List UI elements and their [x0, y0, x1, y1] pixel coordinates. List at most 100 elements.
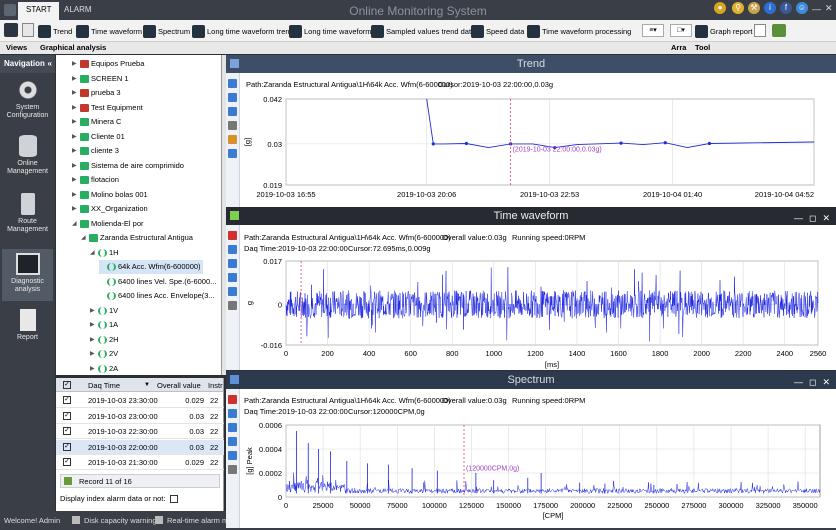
chart-view-icon[interactable] [772, 24, 786, 37]
collapsed-arrow-icon[interactable]: ▶ [90, 318, 96, 332]
disk-capacity-warning[interactable]: Disk capacity warning [84, 516, 157, 525]
harmonic-cursor-icon[interactable] [228, 231, 237, 240]
collapsed-arrow-icon[interactable]: ▶ [72, 144, 78, 158]
column-header-instr[interactable]: Instr [208, 381, 223, 390]
tree-node[interactable]: ▶ SCREEN 1 [72, 72, 129, 86]
tools-icon[interactable]: ⚒ [748, 2, 760, 14]
time-waveform-chart[interactable]: 0 200 400 600 800 1000 1200 1400 1600 1800 2000 220… [240, 254, 836, 370]
maximize-icon[interactable]: ◻ [809, 209, 816, 227]
close-icon[interactable]: ✕ [825, 3, 833, 14]
pointer-icon[interactable] [228, 149, 237, 158]
sampled-data-button[interactable]: Sampled values trend data [371, 23, 475, 39]
expanded-arrow-icon[interactable]: ◢ [90, 246, 96, 260]
tree-node[interactable]: ▶ 2A [90, 362, 118, 376]
collapsed-arrow-icon[interactable]: ▶ [72, 57, 78, 71]
hand-icon[interactable] [228, 135, 237, 144]
column-header-overall-value[interactable]: Overall value [157, 381, 201, 390]
zoom-y-icon[interactable] [228, 107, 237, 116]
collapsed-arrow-icon[interactable]: ▶ [72, 130, 78, 144]
column-header-daq-time[interactable]: Daq Time [88, 381, 120, 390]
tree-node[interactable]: ▶ flotacion [72, 173, 119, 187]
nav-item-report[interactable]: Report [2, 309, 53, 349]
time-waveform-button[interactable]: Time waveform [76, 23, 142, 39]
expanded-arrow-icon[interactable]: ◢ [72, 217, 78, 231]
fit-icon[interactable] [228, 451, 237, 460]
table-row[interactable]: ✓ 2019-10-03 22:00:00 0.03 22 [56, 439, 224, 455]
row-checkbox[interactable]: ✓ [63, 442, 71, 451]
row-checkbox[interactable]: ✓ [63, 411, 71, 420]
tree-node[interactable]: 64k Acc. Wfm(6-600000) [99, 260, 203, 274]
tree-node[interactable]: ▶ 2V [90, 347, 118, 361]
graph-report-button[interactable]: Graph report [695, 23, 753, 39]
zoom-icon[interactable] [228, 121, 237, 130]
settings-dropdown-icon[interactable]: ≡▾ [642, 24, 664, 37]
collapsed-arrow-icon[interactable]: ▶ [72, 202, 78, 216]
move-icon[interactable] [228, 79, 237, 88]
close-icon[interactable]: ✕ [822, 209, 830, 227]
collapsed-arrow-icon[interactable]: ▶ [90, 362, 96, 376]
sort-icon[interactable]: ▼ [144, 382, 150, 388]
save-layout-icon[interactable] [4, 23, 18, 37]
zoom-icon[interactable] [228, 301, 237, 310]
row-checkbox[interactable]: ✓ [63, 427, 71, 435]
info-icon[interactable]: i [764, 2, 776, 14]
collapse-icon[interactable]: « [48, 55, 52, 73]
collapsed-arrow-icon[interactable]: ▶ [72, 159, 78, 173]
user-icon[interactable]: ☺ [796, 2, 808, 14]
long-waveform-button[interactable]: Long time waveform [289, 23, 372, 39]
minimize-icon[interactable]: — [812, 4, 821, 14]
select-all-checkbox[interactable]: ✓ [63, 381, 71, 389]
table-row[interactable]: ✓ 2019-10-03 23:30:00 0.029 22 [56, 393, 224, 408]
zoom-x-icon[interactable] [228, 423, 237, 432]
collapsed-arrow-icon[interactable]: ▶ [72, 188, 78, 202]
tree-node[interactable]: ◢ Molienda-El por [72, 217, 144, 231]
open-icon[interactable] [22, 23, 34, 37]
collapsed-arrow-icon[interactable]: ▶ [72, 72, 78, 86]
processing-button[interactable]: Time waveform processing [527, 23, 631, 39]
minimize-icon[interactable]: — [794, 373, 803, 391]
expanded-arrow-icon[interactable]: ◢ [81, 231, 87, 245]
tree-node[interactable]: ▶ Sistema de aire comprimido [72, 159, 184, 173]
table-row[interactable]: ✓ 2019-10-03 23:00:00 0.03 22 [56, 409, 224, 424]
zoom-x-icon[interactable] [228, 93, 237, 102]
collapsed-arrow-icon[interactable]: ▶ [72, 115, 78, 129]
maximize-icon[interactable]: ◻ [809, 373, 816, 391]
nav-item-online-management[interactable]: Online Management [2, 135, 53, 181]
table-row[interactable]: ✓ 2019-10-03 22:30:00 0.03 22 [56, 424, 224, 439]
move-icon[interactable] [228, 245, 237, 254]
move-icon[interactable] [228, 409, 237, 418]
zoom-x-icon[interactable] [228, 259, 237, 268]
collapsed-arrow-icon[interactable]: ▶ [72, 86, 78, 100]
export-icon[interactable] [754, 24, 766, 37]
record-icon[interactable] [64, 477, 72, 485]
minimize-icon[interactable]: — [794, 209, 803, 227]
tree-node[interactable]: ◢ 1H [90, 246, 119, 260]
collapsed-arrow-icon[interactable]: ▶ [90, 347, 96, 361]
tree-node[interactable]: ▶ Equipos Prueba [72, 57, 144, 71]
spectrum-chart[interactable]: 0 25000 50000 75000 100000 125000 150000 175000… [240, 418, 836, 528]
tree-node[interactable]: ◢ Zaranda Estructural Antigua [81, 231, 193, 245]
zoom-y-icon[interactable] [228, 437, 237, 446]
long-trend-button[interactable]: Long time waveform trend [192, 23, 294, 39]
collapsed-arrow-icon[interactable]: ▶ [72, 173, 78, 187]
tree-node[interactable]: ▶ 1A [90, 318, 118, 332]
tree-node[interactable]: ▶ Minera C [72, 115, 121, 129]
zoom-icon[interactable] [228, 465, 237, 474]
speed-data-button[interactable]: Speed data [471, 23, 524, 39]
zoom-y-icon[interactable] [228, 273, 237, 282]
tree-node[interactable]: ▶ 2H [90, 333, 119, 347]
key-icon[interactable]: ⚲ [732, 2, 744, 14]
collapsed-arrow-icon[interactable]: ▶ [72, 101, 78, 115]
realtime-alarm-monitor[interactable]: Real-time alarm mor [167, 516, 235, 525]
layout-dropdown-icon[interactable]: □▾ [670, 24, 692, 37]
nav-item-system-configuration[interactable]: System Configuration [2, 79, 53, 125]
trend-chart[interactable]: 0.042 0.03 0.0192019-10-03 16:55 2019-10-03… [240, 93, 836, 207]
tree-node[interactable]: ▶ XX_Organization [72, 202, 148, 216]
nav-item-route-management[interactable]: Route Management [2, 193, 53, 239]
trend-button[interactable]: Trend [38, 23, 72, 39]
collapsed-arrow-icon[interactable]: ▶ [90, 304, 96, 318]
collapsed-arrow-icon[interactable]: ▶ [90, 333, 96, 347]
spectrum-button[interactable]: Spectrum [143, 23, 190, 39]
nav-item-diagnostic-analysis[interactable]: Diagnostic analysis [2, 249, 53, 301]
tree-node[interactable]: ▶ Cliente 01 [72, 130, 125, 144]
